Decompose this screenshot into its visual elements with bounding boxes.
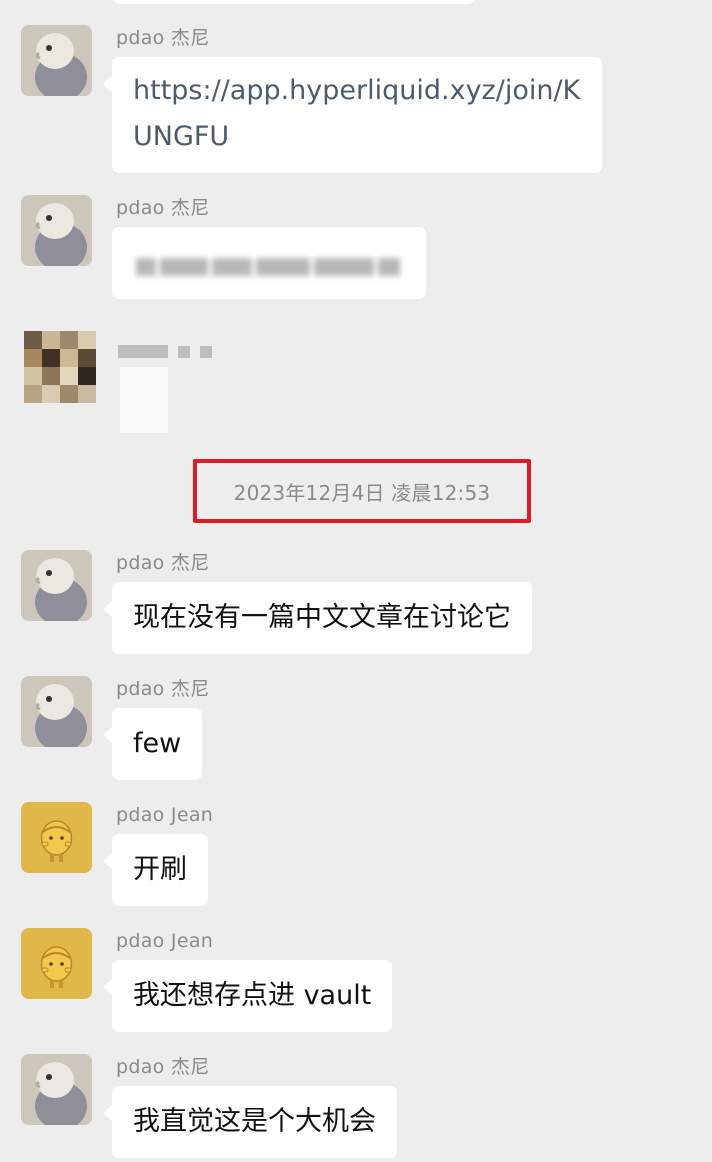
bird-avatar-icon[interactable]: [21, 25, 92, 96]
redacted-text: [136, 255, 402, 279]
timestamp: 2023年12月4日 凌晨12:53: [233, 480, 491, 505]
pixelated-sender-name: [118, 345, 212, 358]
sender-name: pdao Jean: [116, 804, 214, 826]
message-bubble[interactable]: 开刷: [103, 834, 208, 906]
message-bubble[interactable]: 现在没有一篇中文文章在讨论它: [103, 582, 532, 654]
bird-avatar-icon[interactable]: [21, 550, 92, 621]
sender-name: pdao Jean: [116, 930, 214, 952]
bird-avatar-icon[interactable]: [21, 1054, 92, 1125]
message-bubble-link[interactable]: https://app.hyperliquid.xyz/join/KUNGFU: [103, 57, 602, 173]
yellow-figure-avatar-icon[interactable]: [21, 928, 92, 999]
message-bubble[interactable]: 我还想存点进 vault: [102, 960, 393, 1032]
yellow-figure-avatar-icon[interactable]: [21, 802, 92, 873]
message-text: 我直觉这是个大机会: [133, 1106, 376, 1137]
timestamp-highlight-box: 2023年12月4日 凌晨12:53: [193, 459, 531, 523]
sender-name: pdao 杰尼: [116, 197, 210, 219]
sender-name: pdao 杰尼: [116, 27, 210, 49]
message-link-text[interactable]: https://app.hyperliquid.xyz/join/KUNGFU: [133, 75, 580, 152]
pixelated-message-bubble[interactable]: [120, 367, 168, 433]
message-bubble[interactable]: 我直觉这是个大机会: [103, 1086, 397, 1158]
bird-avatar-icon[interactable]: [21, 195, 92, 266]
pixelated-avatar-icon[interactable]: [24, 331, 96, 403]
message-text: 现在没有一篇中文文章在讨论它: [133, 602, 511, 633]
sender-name: pdao 杰尼: [116, 552, 210, 574]
sender-name: pdao 杰尼: [116, 678, 210, 700]
message-text: 开刷: [133, 854, 187, 885]
bird-avatar-icon[interactable]: [21, 676, 92, 747]
message-bubble[interactable]: few: [102, 708, 203, 780]
message-text: few: [133, 728, 182, 759]
message-bubble-blurred[interactable]: [112, 227, 426, 299]
sender-name: pdao 杰尼: [116, 1056, 210, 1078]
message-text: 我还想存点进 vault: [133, 980, 372, 1011]
cutoff-message-bubble[interactable]: [112, 0, 476, 4]
chat-area[interactable]: pdao 杰尼 https://app.hyperliquid.xyz/join…: [0, 0, 712, 1162]
